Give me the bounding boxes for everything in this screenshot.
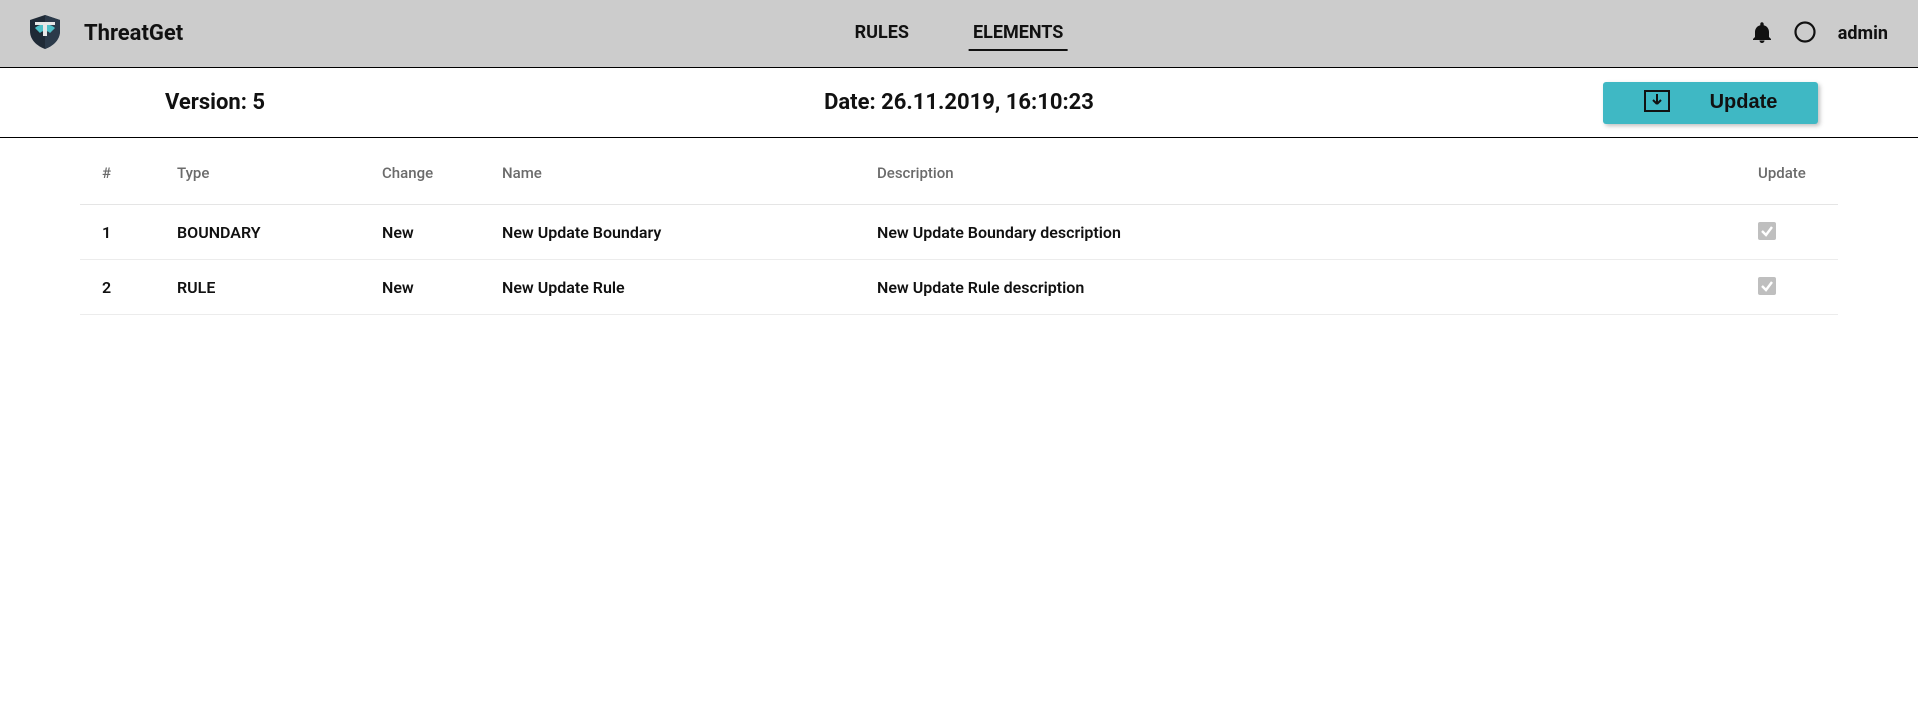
col-header-type: Type bbox=[167, 138, 372, 205]
cell-update bbox=[1748, 260, 1838, 315]
top-bar: ThreatGet RULES ELEMENTS admin bbox=[0, 0, 1918, 68]
update-button-label: Update bbox=[1710, 91, 1778, 114]
date-label: Date: bbox=[824, 90, 876, 115]
table-row: 2RULENewNew Update RuleNew Update Rule d… bbox=[80, 260, 1838, 315]
cell-name: New Update Rule bbox=[492, 260, 867, 315]
cell-description: New Update Boundary description bbox=[867, 205, 1748, 260]
app-logo-icon bbox=[30, 15, 60, 53]
cell-num: 1 bbox=[80, 205, 167, 260]
nav-tabs: RULES ELEMENTS bbox=[851, 16, 1068, 51]
download-icon bbox=[1644, 90, 1670, 115]
cell-description: New Update Rule description bbox=[867, 260, 1748, 315]
info-bar: Version: 5 Date: 26.11.2019, 16:10:23 Up… bbox=[0, 68, 1918, 138]
cell-change: New bbox=[372, 260, 492, 315]
version-block: Version: 5 bbox=[165, 90, 265, 115]
update-checkbox[interactable] bbox=[1758, 222, 1776, 240]
updates-table: # Type Change Name Description Update 1B… bbox=[80, 138, 1838, 315]
col-header-name: Name bbox=[492, 138, 867, 205]
cell-name: New Update Boundary bbox=[492, 205, 867, 260]
cell-update bbox=[1748, 205, 1838, 260]
version-value: 5 bbox=[252, 90, 265, 115]
col-header-change: Change bbox=[372, 138, 492, 205]
tab-elements[interactable]: ELEMENTS bbox=[969, 16, 1067, 51]
date-value: 26.11.2019, 16:10:23 bbox=[881, 90, 1094, 115]
date-block: Date: 26.11.2019, 16:10:23 bbox=[824, 90, 1094, 115]
updates-table-wrap: # Type Change Name Description Update 1B… bbox=[0, 138, 1918, 315]
cell-num: 2 bbox=[80, 260, 167, 315]
cell-change: New bbox=[372, 205, 492, 260]
bell-icon[interactable] bbox=[1752, 21, 1772, 47]
logo-and-name: ThreatGet bbox=[30, 15, 183, 53]
user-circle-icon[interactable] bbox=[1794, 21, 1816, 47]
app-name: ThreatGet bbox=[84, 21, 183, 46]
topbar-right: admin bbox=[1752, 21, 1888, 47]
update-button[interactable]: Update bbox=[1603, 82, 1818, 124]
update-checkbox[interactable] bbox=[1758, 277, 1776, 295]
cell-type: BOUNDARY bbox=[167, 205, 372, 260]
table-header-row: # Type Change Name Description Update bbox=[80, 138, 1838, 205]
col-header-num: # bbox=[80, 138, 167, 205]
col-header-update: Update bbox=[1748, 138, 1838, 205]
user-name-label[interactable]: admin bbox=[1838, 23, 1888, 44]
col-header-description: Description bbox=[867, 138, 1748, 205]
table-row: 1BOUNDARYNewNew Update BoundaryNew Updat… bbox=[80, 205, 1838, 260]
tab-rules[interactable]: RULES bbox=[851, 16, 913, 51]
cell-type: RULE bbox=[167, 260, 372, 315]
version-label: Version: bbox=[165, 90, 247, 115]
